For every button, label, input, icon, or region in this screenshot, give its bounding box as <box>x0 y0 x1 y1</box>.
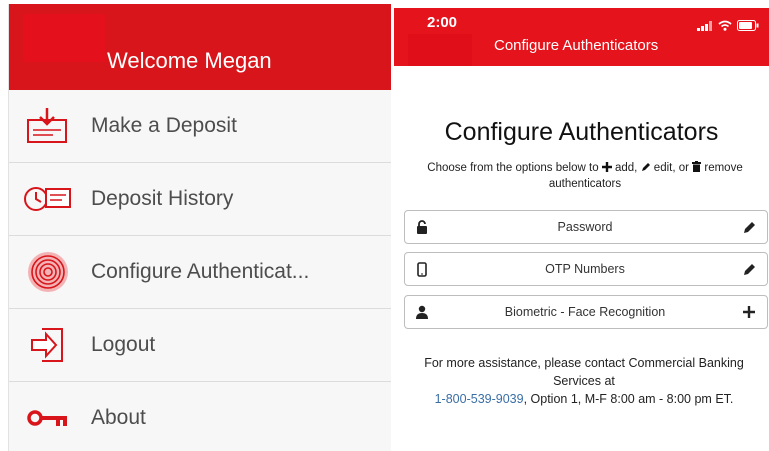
phone-link[interactable]: 1-800-539-9039 <box>435 392 524 406</box>
wifi-icon <box>718 18 732 36</box>
authenticator-label: OTP Numbers <box>545 262 625 276</box>
pencil-icon <box>743 263 755 275</box>
assistance-line2: , Option 1, M-F 8:00 am - 8:00 pm ET. <box>523 392 734 406</box>
instructions-text: Choose from the options below to add, ed… <box>410 161 760 192</box>
welcome-title: Welcome Megan <box>107 48 272 73</box>
fingerprint-icon <box>19 250 77 294</box>
redacted-logo <box>408 34 472 66</box>
person-icon <box>407 305 437 319</box>
pencil-icon <box>641 162 651 177</box>
header-title: Configure Authenticators <box>494 37 659 54</box>
plus-icon <box>601 162 612 177</box>
pencil-icon <box>743 221 755 233</box>
side-menu-panel: Welcome Megan Make a Deposit Deposit His… <box>8 4 391 451</box>
instructions-add: add, <box>615 162 638 174</box>
plus-icon <box>743 306 755 318</box>
edit-otp-button[interactable] <box>733 263 765 276</box>
menu-item-make-deposit[interactable]: Make a Deposit <box>9 90 391 163</box>
menu-item-label: About <box>91 406 146 429</box>
edit-password-button[interactable] <box>733 221 765 234</box>
deposit-icon <box>19 104 77 148</box>
trash-icon <box>692 161 702 177</box>
menu-item-deposit-history[interactable]: Deposit History <box>9 163 391 236</box>
menu-header: Welcome Megan <box>9 4 391 90</box>
redacted-logo <box>23 14 105 62</box>
authenticator-label: Password <box>557 220 613 234</box>
screenshot-stage: Welcome Megan Make a Deposit Deposit His… <box>0 0 769 451</box>
lock-icon <box>407 220 437 234</box>
key-icon <box>19 396 77 440</box>
deposit-history-icon <box>19 177 77 221</box>
menu-item-label: Logout <box>91 333 156 356</box>
screen-body: Configure Authenticators Choose from the… <box>394 66 769 451</box>
authenticator-row-password: Password <box>404 210 768 244</box>
authenticator-row-otp: OTP Numbers <box>404 252 768 286</box>
assistance-line1: For more assistance, please contact Comm… <box>424 356 744 388</box>
side-menu: Make a Deposit Deposit History Configure… <box>9 90 391 451</box>
menu-item-label: Deposit History <box>91 187 234 210</box>
signal-icon <box>697 18 713 36</box>
authenticator-row-biometric: Biometric - Face Recognition <box>404 295 768 329</box>
menu-item-label: Make a Deposit <box>91 114 237 137</box>
battery-icon <box>737 18 759 36</box>
status-time: 2:00 <box>427 14 458 31</box>
instructions-edit: edit, or <box>653 162 689 174</box>
authenticator-label: Biometric - Face Recognition <box>504 305 666 319</box>
menu-item-logout[interactable]: Logout <box>9 309 391 382</box>
instructions-part1: Choose from the options below to <box>427 162 599 174</box>
add-biometric-button[interactable] <box>733 306 765 318</box>
logout-icon <box>19 323 77 367</box>
status-icons <box>697 18 759 36</box>
menu-item-about[interactable]: About <box>9 382 391 451</box>
phone-icon <box>407 261 437 277</box>
app-header: 2:00 Configure Authenticators <box>394 8 769 66</box>
menu-item-label: Configure Authenticat... <box>91 260 310 283</box>
configure-authenticators-screen: 2:00 Configure Authenticators Configure … <box>394 8 769 451</box>
assistance-text: For more assistance, please contact Comm… <box>410 354 758 408</box>
page-title: Configure Authenticators <box>444 118 719 146</box>
menu-item-configure-authenticators[interactable]: Configure Authenticat... <box>9 236 391 309</box>
